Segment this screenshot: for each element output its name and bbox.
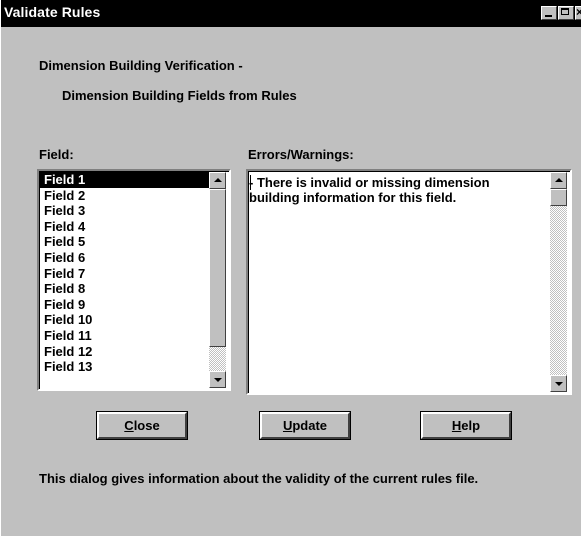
field-list-item[interactable]: Field 1 [40, 172, 209, 188]
field-list-item[interactable]: Field 12 [40, 344, 209, 360]
minimize-button[interactable] [541, 6, 557, 20]
title-bar[interactable]: Validate Rules × [1, 0, 581, 27]
field-scroll-up-button[interactable] [209, 172, 226, 189]
errors-scroll-up-button[interactable] [550, 172, 567, 189]
field-list-item[interactable]: Field 7 [40, 266, 209, 282]
field-list-item[interactable]: Field 13 [40, 359, 209, 375]
field-list-item[interactable]: Field 2 [40, 188, 209, 204]
errors-warnings-text: - There is invalid or missing dimension … [249, 175, 490, 205]
close-accel: C [124, 418, 134, 433]
validate-rules-dialog: Validate Rules × Dimension Building Veri… [0, 0, 581, 536]
close-label-rest: lose [133, 418, 160, 433]
field-list-item[interactable]: Field 11 [40, 328, 209, 344]
arrow-up-icon [555, 178, 563, 182]
field-label: Field: [39, 147, 74, 162]
close-window-button[interactable]: × [575, 6, 581, 20]
dialog-heading: Dimension Building Verification - [39, 58, 243, 73]
arrow-up-icon [214, 178, 222, 182]
help-button[interactable]: Help [421, 412, 511, 439]
errors-scroll-down-button[interactable] [550, 375, 567, 392]
field-list[interactable]: Field 1 Field 2 Field 3 Field 4 Field 5 Field… [40, 172, 209, 375]
field-list-item[interactable]: Field 8 [40, 281, 209, 297]
errors-warnings-label: Errors/Warnings: [248, 147, 354, 162]
close-button[interactable]: Close [97, 412, 187, 439]
field-scroll-thumb[interactable] [209, 189, 226, 347]
field-list-item[interactable]: Field 10 [40, 312, 209, 328]
minimize-icon [545, 15, 552, 17]
dialog-subheading: Dimension Building Fields from Rules [62, 88, 297, 103]
help-label-rest: elp [461, 418, 481, 433]
field-list-item[interactable]: Field 5 [40, 234, 209, 250]
field-list-item[interactable]: Field 6 [40, 250, 209, 266]
arrow-down-icon [555, 382, 563, 386]
errors-scrollbar[interactable] [550, 172, 567, 392]
close-icon: × [576, 5, 581, 19]
update-button[interactable]: Update [260, 412, 350, 439]
maximize-button[interactable] [558, 6, 574, 20]
field-list-item[interactable]: Field 9 [40, 297, 209, 313]
field-list-scrollbar[interactable] [209, 172, 226, 388]
update-accel: U [282, 418, 293, 433]
arrow-down-icon [214, 378, 222, 382]
update-label-rest: pdate [292, 418, 328, 433]
field-scroll-down-button[interactable] [209, 371, 226, 388]
errors-scroll-thumb[interactable] [550, 189, 567, 206]
window-title: Validate Rules [4, 4, 101, 20]
dialog-description: This dialog gives information about the … [39, 471, 479, 486]
field-listbox[interactable]: Field 1 Field 2 Field 3 Field 4 Field 5 Field… [37, 169, 231, 391]
field-list-item[interactable]: Field 3 [40, 203, 209, 219]
errors-warnings-box[interactable]: - There is invalid or missing dimension … [246, 169, 572, 395]
maximize-icon [561, 8, 569, 15]
field-list-item[interactable]: Field 4 [40, 219, 209, 235]
help-accel: H [451, 418, 462, 433]
